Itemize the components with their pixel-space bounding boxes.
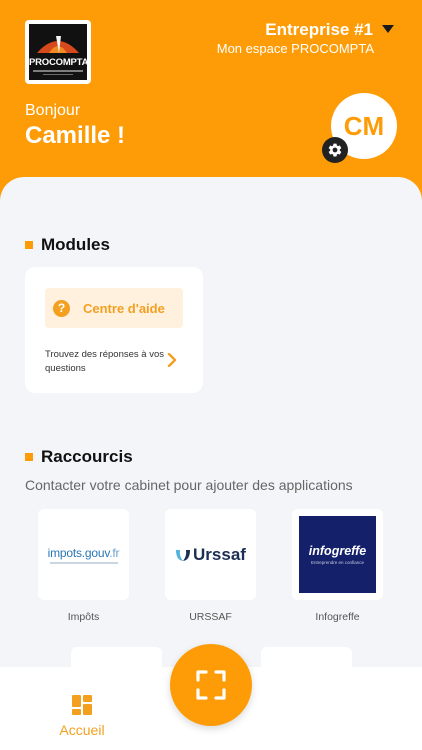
shortcut-tile-infogreffe[interactable]: infogreffe Entreprendre en confiance xyxy=(292,509,383,600)
modules-title: Modules xyxy=(41,235,110,254)
chevron-right-icon[interactable] xyxy=(167,353,177,367)
help-center-label: Centre d'aide xyxy=(83,300,165,316)
question-icon: ? xyxy=(53,299,70,317)
shortcuts-heading: Raccourcis xyxy=(25,447,133,467)
modules-heading: Modules xyxy=(25,235,110,255)
help-center-button[interactable]: ? Centre d'aide xyxy=(45,288,183,328)
help-center-card[interactable]: ? Centre d'aide Trouvez des réponses à v… xyxy=(25,267,203,393)
scan-icon xyxy=(196,670,226,700)
shortcut-tile-urssaf[interactable]: Urssaf xyxy=(165,509,256,600)
shortcut-label-urssaf: URSSAF xyxy=(189,611,232,623)
logo-wordmark: PROCOMPTA xyxy=(29,57,87,68)
shortcut-label-impots: Impôts xyxy=(67,611,100,623)
greeting: Bonjour xyxy=(25,102,81,119)
user-name: Camille ! xyxy=(25,122,126,149)
space-label: Mon espace PROCOMPTA xyxy=(216,41,374,56)
shortcut-label-infogreffe: Infogreffe xyxy=(315,611,360,623)
infogreffe-logo: infogreffe Entreprendre en confiance xyxy=(299,516,376,593)
impots-logo: impots.gouv.fr xyxy=(48,546,120,564)
gear-icon[interactable] xyxy=(322,137,348,163)
help-description: Trouvez des réponses à vos questions xyxy=(45,349,164,374)
caret-down-icon[interactable] xyxy=(382,25,394,33)
shortcut-tile-impots[interactable]: impots.gouv.fr xyxy=(38,509,129,600)
shortcuts-title: Raccourcis xyxy=(41,447,133,466)
company-selector[interactable]: Entreprise #1 xyxy=(265,20,393,40)
shortcuts-subtitle: Contacter votre cabinet pour ajouter des… xyxy=(25,477,353,493)
tab-home-label: Accueil xyxy=(59,722,105,738)
procompta-logo: PROCOMPTA xyxy=(25,20,91,84)
dashboard-icon xyxy=(72,695,92,715)
urssaf-logo: Urssaf xyxy=(175,545,246,565)
scan-button[interactable] xyxy=(170,644,252,726)
tab-home[interactable]: Accueil xyxy=(58,694,106,738)
